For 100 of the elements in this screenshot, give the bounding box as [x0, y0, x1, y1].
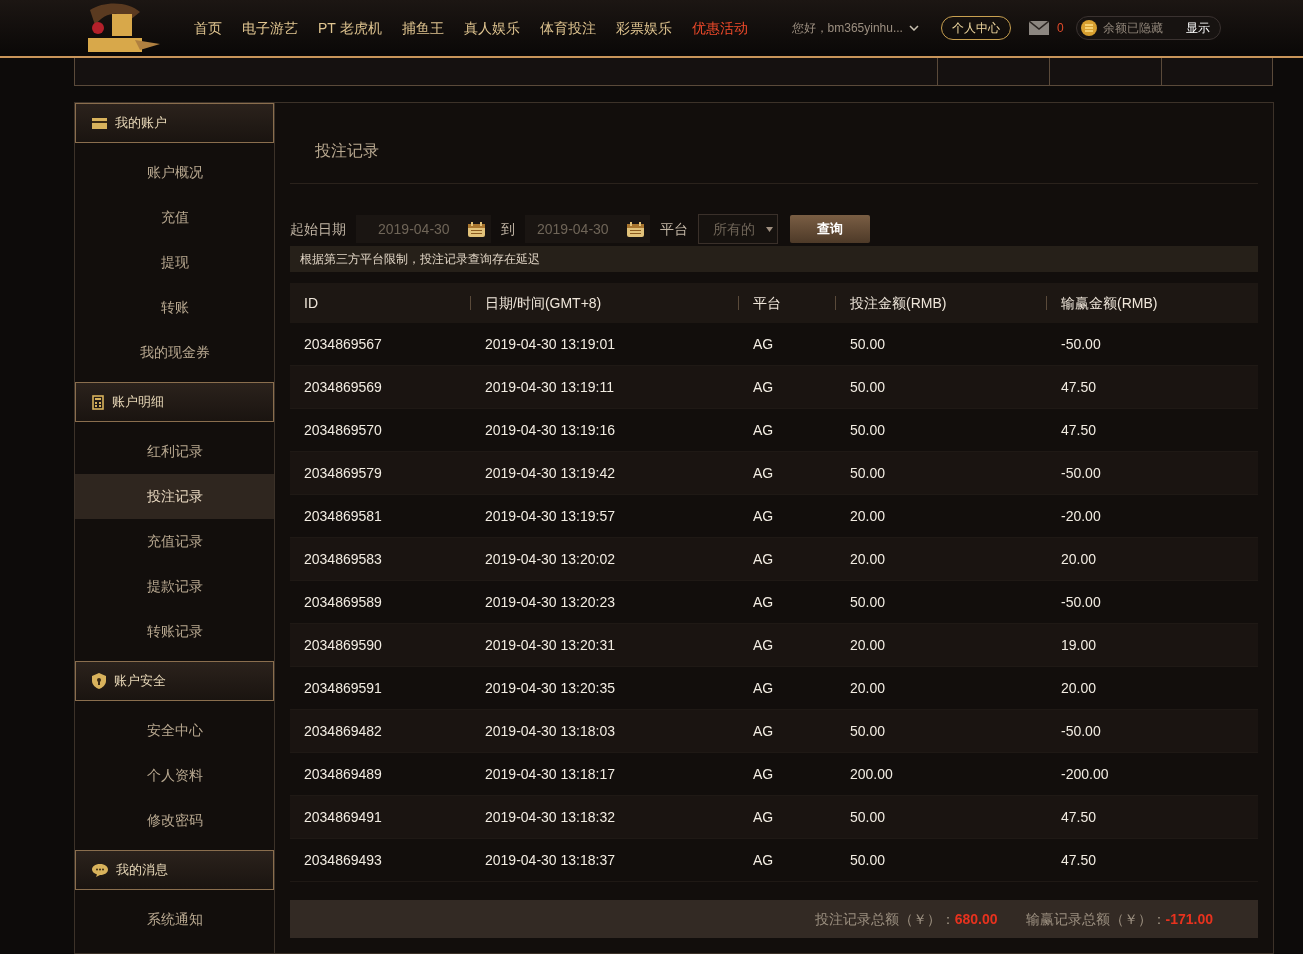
- sidebar-item[interactable]: 提现: [75, 240, 274, 285]
- table-cell: 47.50: [1061, 851, 1097, 868]
- sidebar-item[interactable]: 转账: [75, 285, 274, 330]
- nav-link[interactable]: PT 老虎机: [318, 17, 382, 39]
- column-header: 日期/时间(GMT+8): [485, 293, 602, 313]
- table-cell: 19.00: [1061, 636, 1097, 653]
- sidebar-item[interactable]: 投注记录: [75, 474, 274, 519]
- sidebar-section-header[interactable]: 我的消息: [75, 850, 274, 890]
- table-cell: 2019-04-30 13:19:01: [485, 335, 615, 352]
- query-button[interactable]: 查询: [790, 215, 870, 243]
- table-cell: 2034869482: [304, 722, 382, 739]
- table-cell: AG: [753, 636, 774, 653]
- sidebar-item[interactable]: 转账记录: [75, 609, 274, 654]
- calendar-icon[interactable]: [468, 221, 485, 237]
- sidebar-item[interactable]: 提款记录: [75, 564, 274, 609]
- table-cell: 2019-04-30 13:20:02: [485, 550, 615, 567]
- table-cell: 2034869567: [304, 335, 382, 352]
- table-cell: AG: [753, 464, 774, 481]
- mail-count: 0: [1056, 20, 1064, 37]
- table-cell: 2019-04-30 13:20:31: [485, 636, 615, 653]
- table-cell: 2034869579: [304, 464, 382, 481]
- column-header: ID: [304, 293, 318, 313]
- user-menu[interactable]: 您好，bm365yinhu...: [791, 19, 919, 37]
- table-cell: 50.00: [850, 421, 886, 438]
- nav-link[interactable]: 真人娱乐: [463, 17, 520, 39]
- table-cell: AG: [753, 378, 774, 395]
- table-cell: 2034869493: [304, 851, 382, 868]
- table-cell: 2019-04-30 13:19:42: [485, 464, 615, 481]
- table-cell: AG: [753, 722, 774, 739]
- table-cell: 50.00: [850, 378, 886, 395]
- delay-notice: 根据第三方平台限制，投注记录查询存在延迟: [290, 246, 1258, 272]
- table-cell: AG: [753, 507, 774, 524]
- table-cell: 2034869570: [304, 421, 382, 438]
- balance-hidden-text: 余额已隐藏: [1102, 20, 1163, 37]
- platform-label: 平台: [660, 219, 688, 239]
- table-cell: 2019-04-30 13:18:37: [485, 851, 615, 868]
- nav-link[interactable]: 首页: [194, 17, 222, 39]
- mail-icon[interactable]: [1028, 21, 1049, 35]
- table-cell: AG: [753, 550, 774, 567]
- nav-link[interactable]: 彩票娱乐: [615, 17, 672, 39]
- table-cell: 2019-04-30 13:18:03: [485, 722, 615, 739]
- table-cell: 50.00: [850, 722, 886, 739]
- sidebar-item[interactable]: 个人资料: [75, 753, 274, 798]
- table-cell: 50.00: [850, 335, 886, 352]
- sidebar-item[interactable]: 账户概况: [75, 150, 274, 195]
- sidebar-section-header[interactable]: 账户明细: [75, 382, 274, 422]
- nav-link[interactable]: 电子游艺: [242, 17, 298, 39]
- table-cell: 2019-04-30 13:19:11: [485, 378, 614, 395]
- table-cell: 2034869591: [304, 679, 382, 696]
- table-cell: 20.00: [850, 679, 886, 696]
- nav-link[interactable]: 体育投注: [539, 17, 596, 39]
- sidebar-item[interactable]: 红利记录: [75, 429, 274, 474]
- table-cell: AG: [753, 851, 774, 868]
- table-cell: -50.00: [1061, 593, 1101, 610]
- sidebar-item[interactable]: 安全中心: [75, 708, 274, 753]
- card-icon: [92, 117, 107, 129]
- table-cell: -50.00: [1061, 722, 1101, 739]
- table-cell: 50.00: [850, 593, 886, 610]
- calendar-icon[interactable]: [627, 221, 644, 237]
- table-cell: -50.00: [1061, 464, 1101, 481]
- table-cell: 2019-04-30 13:20:23: [485, 593, 615, 610]
- table-cell: 50.00: [850, 851, 886, 868]
- table-cell: 2034869583: [304, 550, 382, 567]
- sidebar-item[interactable]: 充值: [75, 195, 274, 240]
- total-summary: 输赢记录总额（￥）：-171.00: [1025, 909, 1213, 929]
- column-header: 投注金额(RMB): [850, 293, 947, 313]
- calculator-icon: [92, 394, 104, 410]
- table-cell: 47.50: [1061, 378, 1097, 395]
- chat-icon: [92, 863, 108, 877]
- chevron-down-icon: [908, 25, 919, 31]
- section-title: 我的消息: [116, 861, 168, 880]
- table-cell: 2019-04-30 13:18:17: [485, 765, 615, 782]
- table-cell: 2034869569: [304, 378, 382, 395]
- sidebar-item[interactable]: 修改密码: [75, 798, 274, 843]
- to-label: 到: [501, 219, 515, 239]
- table-cell: 20.00: [1061, 679, 1097, 696]
- table-cell: 2019-04-30 13:19:16: [485, 421, 615, 438]
- section-title: 账户安全: [114, 672, 166, 691]
- sidebar-section-header[interactable]: 我的账户: [75, 103, 274, 143]
- table-cell: AG: [753, 765, 774, 782]
- sidebar-item[interactable]: 系统通知: [75, 897, 274, 942]
- column-header: 平台: [753, 293, 781, 313]
- show-balance-button[interactable]: 显示: [1185, 19, 1210, 37]
- table-cell: AG: [753, 593, 774, 610]
- section-title: 账户明细: [112, 393, 164, 412]
- page-title: 投注记录: [315, 141, 380, 161]
- table-cell: 2019-04-30 13:18:32: [485, 808, 615, 825]
- table-cell: 20.00: [850, 550, 886, 567]
- sidebar-item[interactable]: 充值记录: [75, 519, 274, 564]
- table-cell: 2019-04-30 13:19:57: [485, 507, 615, 524]
- table-cell: 2034869489: [304, 765, 382, 782]
- sidebar-item[interactable]: 我的现金券: [75, 330, 274, 375]
- table-cell: 2034869491: [304, 808, 382, 825]
- table-cell: AG: [753, 808, 774, 825]
- sidebar-section-header[interactable]: 账户安全: [75, 661, 274, 701]
- nav-link[interactable]: 捕鱼王: [401, 17, 444, 39]
- table-cell: -200.00: [1061, 765, 1109, 782]
- table-cell: 200.00: [850, 765, 893, 782]
- nav-link[interactable]: 优惠活动: [691, 17, 748, 39]
- section-title: 我的账户: [115, 114, 167, 133]
